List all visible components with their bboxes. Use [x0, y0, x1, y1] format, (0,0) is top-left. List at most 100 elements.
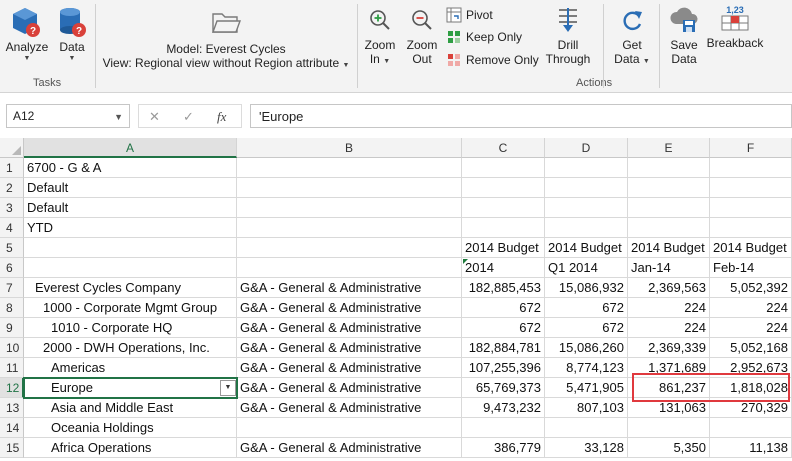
cell-d6[interactable]: Q1 2014 — [545, 258, 628, 278]
cell-e8[interactable]: 224 — [628, 298, 710, 318]
cell-f4[interactable] — [710, 218, 792, 238]
cell-f1[interactable] — [710, 158, 792, 178]
cell-c9[interactable]: 672 — [462, 318, 545, 338]
row-header[interactable]: 13 — [0, 398, 24, 418]
cell-e7[interactable]: 2,369,563 — [628, 278, 710, 298]
column-header-d[interactable]: D — [545, 138, 628, 158]
column-header-e[interactable]: E — [628, 138, 710, 158]
cell-f13[interactable]: 270,329 — [710, 398, 792, 418]
cell-c11[interactable]: 107,255,396 — [462, 358, 545, 378]
cell-a5[interactable] — [24, 238, 237, 258]
remove-only-button[interactable]: Remove Only — [446, 51, 539, 69]
row-header[interactable]: 5 — [0, 238, 24, 258]
cell-e9[interactable]: 224 — [628, 318, 710, 338]
cell-c7[interactable]: 182,885,453 — [462, 278, 545, 298]
cell-d12[interactable]: 5,471,905 — [545, 378, 628, 398]
cell-f11[interactable]: 2,952,673 — [710, 358, 792, 378]
cell-c13[interactable]: 9,473,232 — [462, 398, 545, 418]
cell-e13[interactable]: 131,063 — [628, 398, 710, 418]
cell-f10[interactable]: 5,052,168 — [710, 338, 792, 358]
breakback-button[interactable]: 1,23 Breakback — [704, 4, 766, 50]
keep-only-button[interactable]: Keep Only — [446, 28, 522, 46]
formula-input[interactable]: 'Europe — [250, 104, 792, 128]
cell-e11[interactable]: 1,371,689 — [628, 358, 710, 378]
zoom-out-button[interactable]: Zoom Out — [403, 8, 441, 66]
cell-a3[interactable]: Default — [24, 198, 237, 218]
cell-d7[interactable]: 15,086,932 — [545, 278, 628, 298]
cell-f7[interactable]: 5,052,392 — [710, 278, 792, 298]
cell-e6[interactable]: Jan-14 — [628, 258, 710, 278]
name-box[interactable]: A12 ▼ — [6, 104, 130, 128]
row-header[interactable]: 8 — [0, 298, 24, 318]
cell-c8[interactable]: 672 — [462, 298, 545, 318]
cancel-icon[interactable]: ✕ — [149, 109, 160, 125]
chevron-down-icon[interactable]: ▼ — [114, 112, 123, 122]
cell-b9[interactable]: G&A - General & Administrative — [237, 318, 462, 338]
cell-a13[interactable]: Asia and Middle East — [24, 398, 237, 418]
cell-e4[interactable] — [628, 218, 710, 238]
cell-d9[interactable]: 672 — [545, 318, 628, 338]
cell-d15[interactable]: 33,128 — [545, 438, 628, 458]
cell-c12[interactable]: 65,769,373 — [462, 378, 545, 398]
cell-a9[interactable]: 1010 - Corporate HQ — [24, 318, 237, 338]
cell-f14[interactable] — [710, 418, 792, 438]
save-data-button[interactable]: Save Data — [664, 6, 704, 66]
cell-b12[interactable]: G&A - General & Administrative — [237, 378, 462, 398]
column-header-c[interactable]: C — [462, 138, 545, 158]
cell-b7[interactable]: G&A - General & Administrative — [237, 278, 462, 298]
cell-a8[interactable]: 1000 - Corporate Mgmt Group — [24, 298, 237, 318]
cell-d1[interactable] — [545, 158, 628, 178]
cell-b10[interactable]: G&A - General & Administrative — [237, 338, 462, 358]
cell-d4[interactable] — [545, 218, 628, 238]
cell-c6[interactable]: 2014 — [462, 258, 545, 278]
cell-e15[interactable]: 5,350 — [628, 438, 710, 458]
row-header[interactable]: 14 — [0, 418, 24, 438]
row-header[interactable]: 15 — [0, 438, 24, 458]
cell-c1[interactable] — [462, 158, 545, 178]
cell-a12[interactable]: Europe — [24, 378, 237, 398]
cell-f5[interactable]: 2014 Budget — [710, 238, 792, 258]
cell-e2[interactable] — [628, 178, 710, 198]
cell-a6[interactable] — [24, 258, 237, 278]
row-header[interactable]: 4 — [0, 218, 24, 238]
cell-d8[interactable]: 672 — [545, 298, 628, 318]
cell-c4[interactable] — [462, 218, 545, 238]
cell-b3[interactable] — [237, 198, 462, 218]
cell-b5[interactable] — [237, 238, 462, 258]
cell-c15[interactable]: 386,779 — [462, 438, 545, 458]
cell-a15[interactable]: Africa Operations — [24, 438, 237, 458]
model-view-selector[interactable]: Model: Everest Cycles View: Regional vie… — [100, 10, 352, 73]
enter-icon[interactable]: ✓ — [183, 109, 194, 125]
row-header[interactable]: 6 — [0, 258, 24, 278]
cell-c10[interactable]: 182,884,781 — [462, 338, 545, 358]
cell-a1[interactable]: 6700 - G & A — [24, 158, 237, 178]
row-header[interactable]: 12 — [0, 378, 24, 398]
row-header[interactable]: 11 — [0, 358, 24, 378]
cell-d3[interactable] — [545, 198, 628, 218]
drill-through-button[interactable]: Drill Through — [540, 6, 596, 66]
cell-c3[interactable] — [462, 198, 545, 218]
column-header-b[interactable]: B — [237, 138, 462, 158]
cell-e1[interactable] — [628, 158, 710, 178]
cell-a10[interactable]: 2000 - DWH Operations, Inc. — [24, 338, 237, 358]
get-data-button[interactable]: Get Data ▼ — [610, 8, 654, 69]
select-all-corner[interactable] — [0, 138, 24, 158]
cell-b2[interactable] — [237, 178, 462, 198]
cell-d14[interactable] — [545, 418, 628, 438]
cell-a11[interactable]: Americas — [24, 358, 237, 378]
cell-e14[interactable] — [628, 418, 710, 438]
cell-d13[interactable]: 807,103 — [545, 398, 628, 418]
cell-f2[interactable] — [710, 178, 792, 198]
row-header[interactable]: 7 — [0, 278, 24, 298]
cell-a4[interactable]: YTD — [24, 218, 237, 238]
cell-b8[interactable]: G&A - General & Administrative — [237, 298, 462, 318]
insert-function-icon[interactable]: fx — [217, 109, 226, 125]
cell-a7[interactable]: Everest Cycles Company — [24, 278, 237, 298]
pivot-button[interactable]: Pivot — [446, 6, 493, 24]
cell-c5[interactable]: 2014 Budget — [462, 238, 545, 258]
data-button[interactable]: ? Data ▼ — [54, 6, 90, 63]
column-header-a[interactable]: A — [24, 138, 237, 158]
cell-d5[interactable]: 2014 Budget — [545, 238, 628, 258]
row-header[interactable]: 1 — [0, 158, 24, 178]
cell-b4[interactable] — [237, 218, 462, 238]
